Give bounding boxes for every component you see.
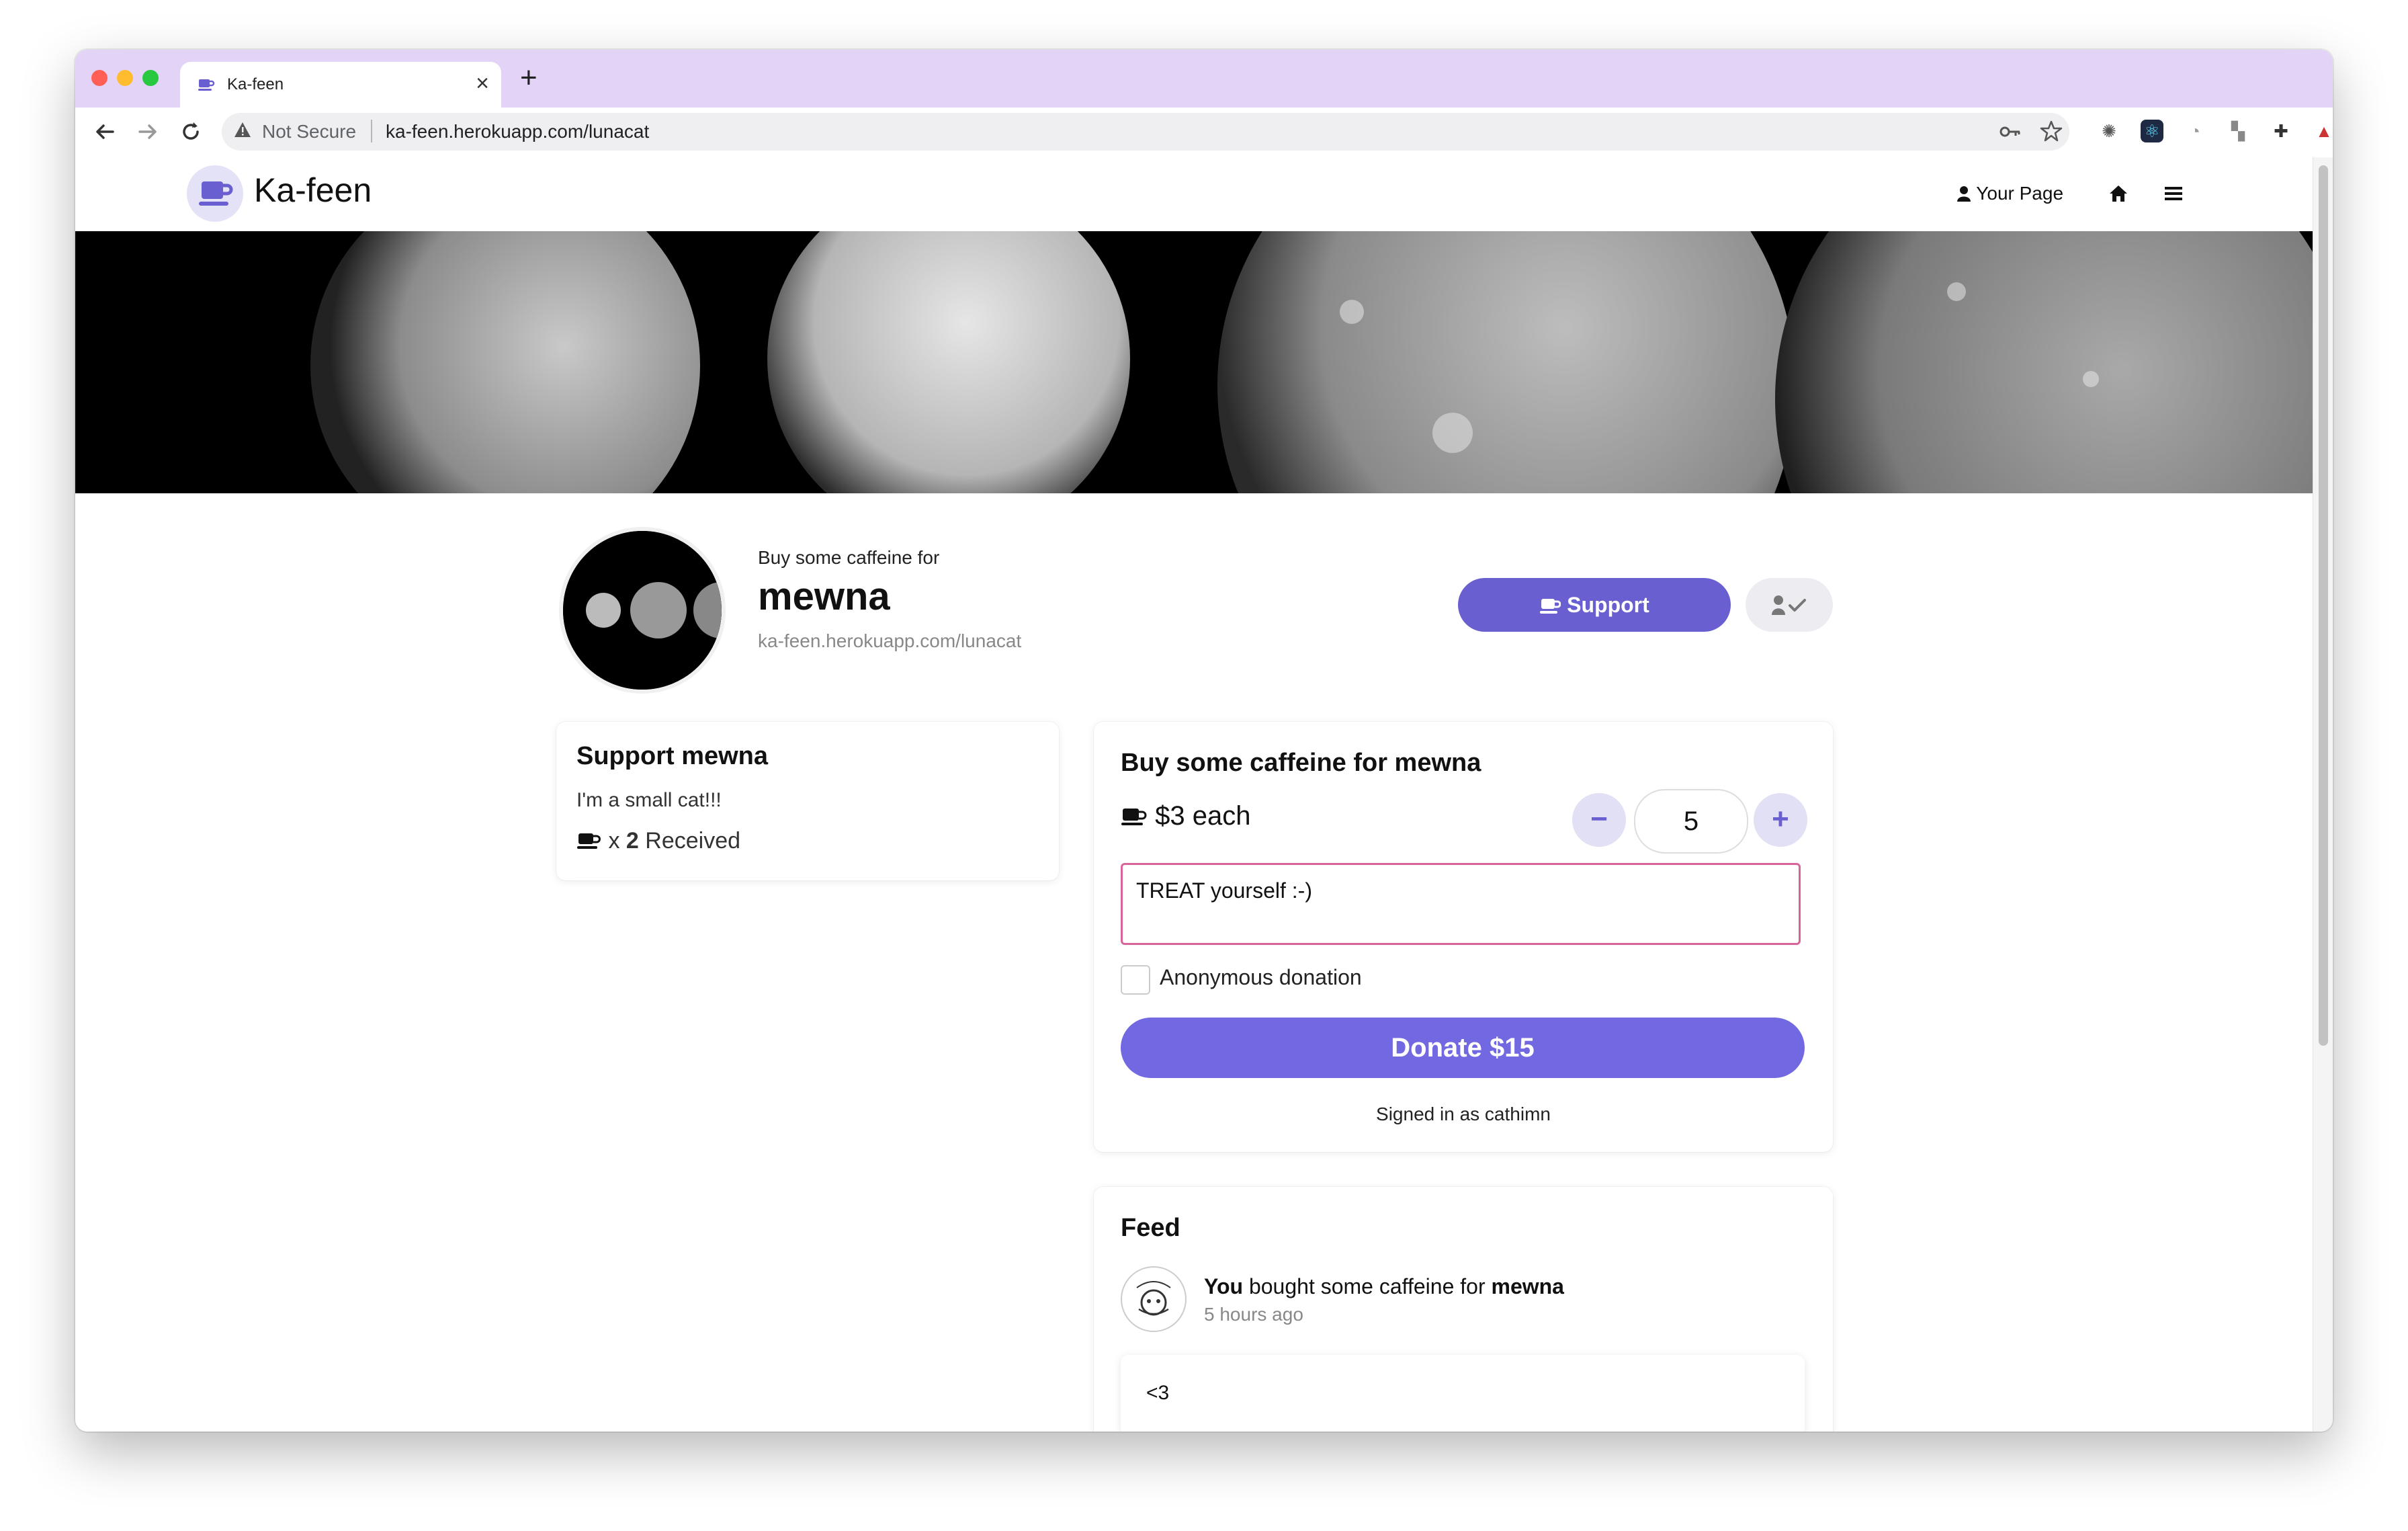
cover-banner	[75, 231, 2313, 493]
increment-button[interactable]: +	[1754, 793, 1807, 847]
profile-name: mewna	[758, 575, 890, 618]
feed-target[interactable]: mewna	[1491, 1274, 1563, 1298]
your-page-link[interactable]: Your Page	[1956, 183, 2063, 204]
profile-avatar	[559, 527, 726, 694]
moon-phases-avatar-image	[563, 531, 722, 690]
reload-icon[interactable]	[179, 120, 203, 144]
key-icon[interactable]	[2000, 124, 2021, 140]
tab-bar: Ka-feen × +	[75, 50, 2333, 108]
browser-toolbar: Not Secure ka-feen.herokuapp.com/lunacat…	[75, 108, 2333, 159]
new-tab-button[interactable]: +	[520, 63, 538, 93]
page-content: Ka-feen Your Page Buy some caffeine for …	[75, 157, 2313, 1432]
site-header: Ka-feen Your Page	[75, 157, 2313, 231]
feed-title: Feed	[1121, 1214, 1180, 1242]
react-devtools-icon[interactable]: ⚛	[2141, 120, 2163, 142]
user-check-icon	[1772, 595, 1806, 615]
received-prefix: x	[608, 828, 626, 854]
message-textarea[interactable]: TREAT yourself :-)	[1121, 863, 1801, 945]
price-line: $3 each	[1121, 801, 1250, 831]
moons-banner-image	[75, 231, 2313, 493]
warning-icon	[234, 122, 251, 137]
profile-prelabel: Buy some caffeine for	[758, 547, 940, 568]
about-bio: I'm a small cat!!!	[576, 789, 722, 811]
coffee-cup-icon	[199, 181, 233, 206]
feed-card: Feed You bought some caffeine for mewna …	[1094, 1187, 1833, 1432]
profile-url[interactable]: ka-feen.herokuapp.com/lunacat	[758, 630, 1021, 652]
coffee-cup-icon	[198, 79, 215, 91]
extensions-puzzle-icon[interactable]: ✚	[2270, 120, 2292, 142]
coffee-cup-icon	[577, 833, 601, 849]
coffee-cup-icon	[1540, 599, 1561, 614]
url-text[interactable]: ka-feen.herokuapp.com/lunacat	[386, 121, 649, 142]
follow-button[interactable]	[1746, 578, 1833, 632]
your-page-label: Your Page	[1976, 183, 2064, 204]
quantity-input[interactable]: 5	[1634, 789, 1748, 854]
logo-badge[interactable]	[187, 165, 243, 222]
received-count-line: x 2 Received	[576, 828, 740, 854]
browser-tab[interactable]: Ka-feen ×	[180, 62, 501, 108]
signed-in-text: Signed in as cathimn	[1376, 1104, 1551, 1124]
page-scrollbar[interactable]	[2313, 157, 2333, 1432]
about-card: Support mewna I'm a small cat!!! x 2 Rec…	[556, 722, 1059, 880]
back-arrow-icon[interactable]	[93, 120, 117, 144]
maximize-window-button[interactable]	[142, 70, 159, 86]
donate-card: Buy some caffeine for mewna $3 each − 5 …	[1094, 722, 1833, 1152]
home-icon[interactable]	[2108, 184, 2128, 203]
price-label: $3 each	[1155, 801, 1251, 831]
feed-action: bought some caffeine for	[1243, 1274, 1492, 1298]
timer-extension-icon[interactable]: ◔	[2184, 120, 2206, 142]
support-button-label: Support	[1567, 593, 1649, 617]
coffee-cup-icon	[1121, 809, 1147, 825]
browser-window: Ka-feen × + Not Secure ka-feen.herokuapp…	[75, 50, 2333, 1432]
anonymous-checkbox[interactable]	[1121, 965, 1150, 995]
address-divider	[371, 120, 372, 142]
site-logo-text[interactable]: Ka-feen	[254, 171, 372, 210]
feed-time: 5 hours ago	[1204, 1304, 1303, 1325]
clip-extension-icon[interactable]: ▚	[2227, 120, 2249, 142]
support-button[interactable]: Support	[1458, 578, 1731, 632]
doodle-avatar-image	[1136, 1281, 1171, 1316]
feed-user-avatar	[1121, 1266, 1187, 1332]
scrollbar-thumb[interactable]	[2319, 165, 2328, 1046]
donate-button[interactable]: Donate $15	[1121, 1018, 1805, 1078]
bug-extension-icon[interactable]: ✺	[2098, 120, 2120, 142]
minimize-window-button[interactable]	[117, 70, 133, 86]
forward-arrow-icon[interactable]	[136, 120, 160, 144]
anonymous-label[interactable]: Anonymous donation	[1160, 965, 1362, 990]
rocket-extension-icon[interactable]: ▲	[2313, 120, 2333, 142]
received-count: 2	[626, 828, 639, 854]
feed-item-text: You bought some caffeine for mewna	[1204, 1274, 1564, 1299]
close-window-button[interactable]	[91, 70, 108, 86]
tab-title: Ka-feen	[227, 75, 284, 93]
hamburger-menu-icon[interactable]	[2165, 185, 2182, 202]
feed-message-bubble: <3	[1121, 1355, 1805, 1432]
bookmark-star-icon[interactable]	[2040, 120, 2063, 142]
donate-card-title: Buy some caffeine for mewna	[1121, 749, 1481, 777]
feed-message: <3	[1146, 1382, 1170, 1404]
address-bar[interactable]: Not Secure ka-feen.herokuapp.com/lunacat	[222, 113, 2069, 151]
security-label: Not Secure	[262, 121, 357, 142]
close-tab-icon[interactable]: ×	[476, 71, 489, 95]
feed-actor: You	[1204, 1274, 1244, 1298]
about-card-title: Support mewna	[576, 742, 769, 770]
received-suffix: Received	[638, 828, 741, 854]
user-icon	[1957, 186, 1971, 202]
decrement-button[interactable]: −	[1572, 793, 1626, 847]
